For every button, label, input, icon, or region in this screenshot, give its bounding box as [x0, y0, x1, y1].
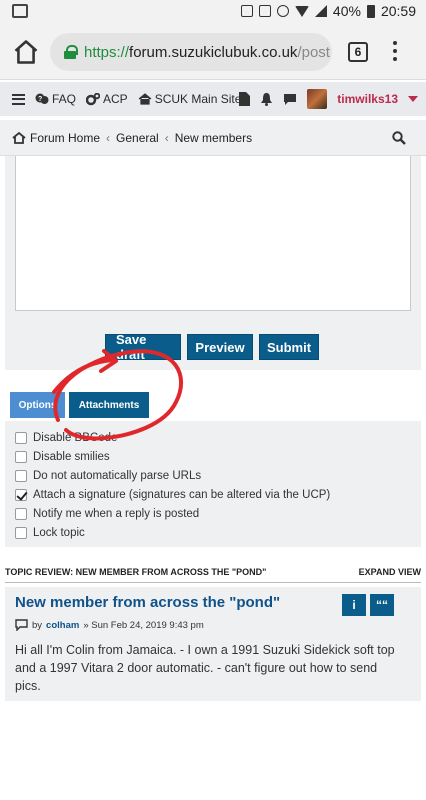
battery-percent: 40% — [332, 3, 361, 19]
status-bar: 40% 20:59 — [0, 0, 426, 24]
quote-button[interactable]: ““ — [370, 594, 394, 616]
info-button[interactable]: i — [342, 594, 366, 616]
option-label: Lock topic — [33, 526, 85, 539]
chevron-down-icon[interactable] — [408, 96, 418, 102]
wifi-icon — [294, 5, 309, 17]
home-icon[interactable] — [12, 38, 40, 66]
option-attach-signature[interactable]: Attach a signature (signatures can be al… — [15, 485, 411, 504]
breadcrumb-forum-home[interactable]: Forum Home — [30, 131, 100, 145]
username[interactable]: timwilks13 — [337, 92, 398, 106]
checkbox-checked[interactable] — [15, 488, 27, 501]
post-editor: Save draft Preview Submit — [5, 156, 421, 370]
preview-button[interactable]: Preview — [187, 334, 253, 360]
option-disable-smilies[interactable]: Disable smilies — [15, 447, 411, 466]
faq-label: FAQ — [52, 92, 77, 106]
alarm-icon — [276, 5, 289, 17]
post-by: by — [32, 619, 43, 631]
menu-icon[interactable] — [12, 93, 25, 105]
svg-text:?: ? — [38, 96, 42, 103]
tab-attachments[interactable]: Attachments — [69, 392, 149, 418]
option-notify-reply[interactable]: Notify me when a reply is posted — [15, 504, 411, 523]
editor-tabs: Options Attachments — [10, 392, 149, 418]
signal-icon — [314, 5, 327, 17]
review-post: New member from across the "pond" i ““ b… — [5, 587, 421, 701]
search-icon[interactable] — [392, 131, 406, 145]
breadcrumb: Forum Home ‹ General ‹ New members — [0, 120, 426, 156]
post-body: Hi all I'm Colin from Jamaica. - I own a… — [15, 643, 395, 693]
checkbox[interactable] — [15, 431, 27, 444]
breadcrumb-separator: ‹ — [164, 130, 169, 145]
breadcrumb-separator: ‹ — [106, 130, 111, 145]
breadcrumb-general[interactable]: General — [116, 131, 159, 145]
user-controls: timwilks13 — [239, 89, 418, 109]
lock-icon — [64, 45, 78, 59]
faq-link[interactable]: ? FAQ — [35, 92, 76, 106]
checkbox[interactable] — [15, 469, 27, 482]
acp-link[interactable]: ACP — [86, 92, 128, 106]
post-date: » Sun Feb 24, 2019 9:43 pm — [83, 619, 204, 631]
option-disable-bbcode[interactable]: Disable BBCode — [15, 428, 411, 447]
clock: 20:59 — [380, 3, 416, 19]
topic-review-title: TOPIC REVIEW: NEW MEMBER FROM ACROSS THE… — [5, 567, 267, 577]
document-icon[interactable] — [239, 92, 251, 106]
main-site-label: SCUK Main Site — [154, 92, 242, 106]
checkbox[interactable] — [15, 507, 27, 520]
option-label: Notify me when a reply is posted — [33, 507, 200, 520]
option-label: Disable smilies — [33, 450, 110, 463]
submit-buttons: Save draft Preview Submit — [105, 332, 319, 362]
topic-review-header: TOPIC REVIEW: NEW MEMBER FROM ACROSS THE… — [5, 567, 421, 583]
url-text: https://forum.suzukiclubuk.co.uk/post — [84, 43, 330, 61]
status-icons: 40% 20:59 — [240, 3, 416, 19]
expand-view-link[interactable]: EXPAND VIEW — [359, 567, 421, 582]
acp-label: ACP — [103, 92, 128, 106]
option-label: Disable BBCode — [33, 431, 118, 444]
forum-navbar: ? FAQ ACP SCUK Main Site timwilks13 — [0, 82, 426, 116]
vibrate-icon — [258, 5, 271, 17]
post-actions: i ““ — [342, 594, 394, 616]
checkbox[interactable] — [15, 450, 27, 463]
checkbox[interactable] — [15, 526, 27, 539]
home-icon — [138, 93, 152, 105]
avatar[interactable] — [307, 89, 328, 109]
tab-switcher-button[interactable]: 6 — [348, 42, 368, 62]
tab-options[interactable]: Options — [10, 392, 65, 418]
chat-icon[interactable] — [283, 93, 297, 106]
message-textarea[interactable] — [15, 156, 411, 311]
options-panel: Disable BBCode Disable smilies Do not au… — [5, 421, 421, 547]
option-label: Attach a signature (signatures can be al… — [33, 488, 331, 501]
nfc-icon — [240, 5, 253, 17]
option-label: Do not automatically parse URLs — [33, 469, 202, 482]
post-meta: by colham » Sun Feb 24, 2019 9:43 pm — [15, 619, 411, 631]
bell-icon[interactable] — [260, 92, 273, 106]
post-icon — [15, 619, 28, 631]
option-lock-topic[interactable]: Lock topic — [15, 523, 411, 542]
option-no-parse-urls[interactable]: Do not automatically parse URLs — [15, 466, 411, 485]
main-site-link[interactable]: SCUK Main Site — [138, 92, 242, 106]
notification-image-icon — [12, 4, 28, 18]
more-menu-icon[interactable] — [392, 41, 398, 63]
faq-icon: ? — [35, 93, 49, 104]
post-author[interactable]: colham — [46, 620, 79, 631]
browser-toolbar: https://forum.suzukiclubuk.co.uk/post 6 — [0, 24, 426, 80]
breadcrumb-new-members[interactable]: New members — [175, 131, 252, 145]
save-draft-button[interactable]: Save draft — [105, 332, 181, 362]
submit-button[interactable]: Submit — [259, 334, 319, 360]
gears-icon — [86, 92, 101, 105]
battery-icon — [366, 4, 375, 18]
home-icon — [12, 131, 26, 144]
address-bar[interactable]: https://forum.suzukiclubuk.co.uk/post — [50, 33, 332, 71]
